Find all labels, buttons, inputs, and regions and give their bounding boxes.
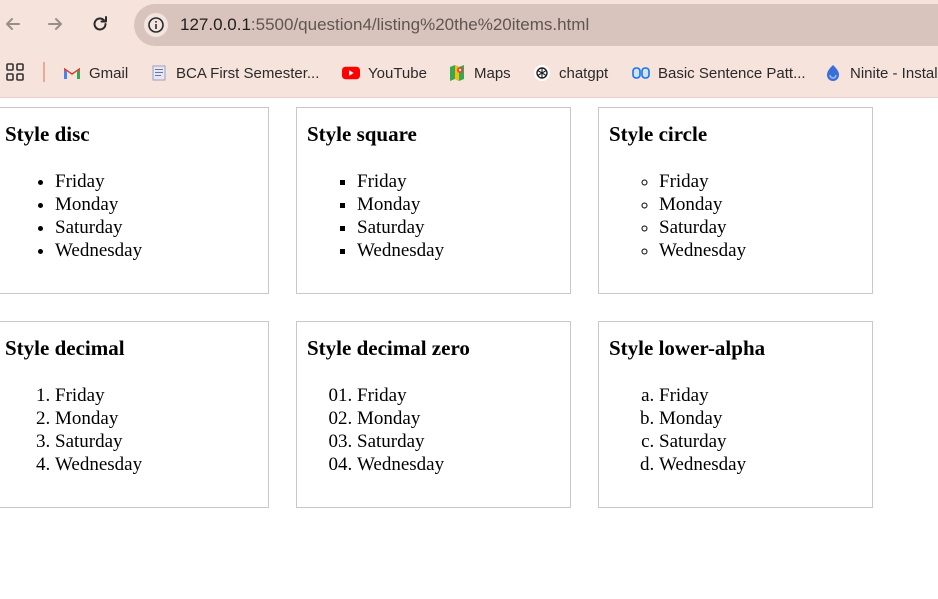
card-style-circle: Style circle Friday Monday Saturday Wedn… — [598, 107, 873, 294]
day-list: Friday Monday Saturday Wednesday — [15, 170, 142, 262]
document-icon — [150, 64, 168, 82]
bookmark-ninite[interactable]: Ninite - Instal — [824, 62, 938, 84]
list-item: Friday — [55, 170, 142, 193]
bookmark-bca-first-semester[interactable]: BCA First Semester... — [150, 62, 319, 84]
day-list: Friday Monday Saturday Wednesday — [619, 384, 746, 476]
card-title: Style lower-alpha — [609, 336, 766, 360]
bookmark-label: Basic Sentence Patt... — [658, 64, 806, 82]
ninite-icon — [824, 64, 842, 82]
bookmark-label: BCA First Semester... — [176, 64, 320, 82]
back-arrow-icon — [6, 18, 20, 30]
list-item: Wednesday — [357, 239, 444, 262]
card-title: Style square — [307, 122, 417, 146]
card-title: Style decimal zero — [307, 336, 470, 360]
gmail-icon — [63, 64, 81, 82]
bookmark-youtube[interactable]: YouTube — [342, 62, 427, 84]
list-item: Monday — [55, 407, 142, 430]
list-item: Monday — [659, 193, 746, 216]
bookmark-chatgpt[interactable]: chatgpt — [533, 62, 608, 84]
card-style-decimal-zero: Style decimal zero Friday Monday Saturda… — [296, 321, 571, 508]
card-title: Style disc — [5, 122, 90, 146]
chatgpt-icon — [533, 64, 551, 82]
list-item: Wednesday — [55, 239, 142, 262]
address-bar[interactable]: 127.0.0.1:5500/question4/listing%20the%2… — [134, 4, 938, 46]
list-item: Saturday — [55, 216, 142, 239]
bookmark-label: Ninite - Instal — [850, 64, 938, 82]
list-item: Monday — [55, 193, 142, 216]
forward-arrow-icon — [48, 18, 62, 30]
browser-toolbar: 127.0.0.1:5500/question4/listing%20the%2… — [0, 0, 938, 50]
forward-button[interactable] — [42, 11, 68, 37]
list-item: Wednesday — [659, 239, 746, 262]
day-list: Friday Monday Saturday Wednesday — [619, 170, 746, 262]
list-item: Monday — [659, 407, 746, 430]
card-title: Style decimal — [5, 336, 125, 360]
maps-icon — [448, 64, 466, 82]
url-host: 127.0.0.1 — [180, 15, 251, 34]
day-list: Friday Monday Saturday Wednesday — [15, 384, 142, 476]
glasses-icon — [632, 64, 650, 82]
list-item: Friday — [357, 384, 444, 407]
reload-button[interactable] — [87, 11, 113, 37]
list-item: Saturday — [659, 216, 746, 239]
list-item: Saturday — [659, 430, 746, 453]
list-item: Wednesday — [357, 453, 444, 476]
list-item: Monday — [357, 407, 444, 430]
bookmark-label: YouTube — [368, 64, 427, 82]
back-button[interactable] — [0, 11, 26, 37]
day-list: Friday Monday Saturday Wednesday — [317, 170, 444, 262]
list-item: Saturday — [55, 430, 142, 453]
site-info-button[interactable] — [144, 13, 168, 37]
apps-grid-icon[interactable] — [6, 63, 24, 81]
list-item: Saturday — [357, 216, 444, 239]
bookmark-label: Maps — [474, 64, 511, 82]
list-item: Friday — [55, 384, 142, 407]
bookmark-label: Gmail — [89, 64, 129, 82]
list-item: Saturday — [357, 430, 444, 453]
url-path: :5500/question4/listing%20the%20items.ht… — [250, 15, 590, 34]
info-icon — [148, 17, 164, 33]
list-item: Friday — [659, 384, 746, 407]
card-title: Style circle — [609, 122, 708, 146]
bookmark-basic-sentence[interactable]: Basic Sentence Patt... — [632, 62, 806, 84]
reload-icon — [93, 16, 107, 31]
url-text[interactable]: 127.0.0.1:5500/question4/listing%20the%2… — [180, 15, 589, 35]
list-item: Friday — [357, 170, 444, 193]
bookmark-gmail[interactable]: Gmail — [63, 62, 128, 84]
bookmarks-separator — [43, 62, 45, 82]
list-item: Wednesday — [659, 453, 746, 476]
list-item: Wednesday — [55, 453, 142, 476]
bookmark-maps[interactable]: Maps — [448, 62, 511, 84]
bookmark-label: chatgpt — [559, 64, 609, 82]
bookmarks-bar: Gmail BCA First Semester... YouTube Maps… — [0, 50, 938, 98]
card-style-disc: Style disc Friday Monday Saturday Wednes… — [0, 107, 269, 294]
list-item: Friday — [659, 170, 746, 193]
day-list: Friday Monday Saturday Wednesday — [317, 384, 444, 476]
card-style-decimal: Style decimal Friday Monday Saturday Wed… — [0, 321, 269, 508]
card-style-lower-alpha: Style lower-alpha Friday Monday Saturday… — [598, 321, 873, 508]
card-style-square: Style square Friday Monday Saturday Wedn… — [296, 107, 571, 294]
list-item: Monday — [357, 193, 444, 216]
youtube-icon — [342, 64, 360, 82]
